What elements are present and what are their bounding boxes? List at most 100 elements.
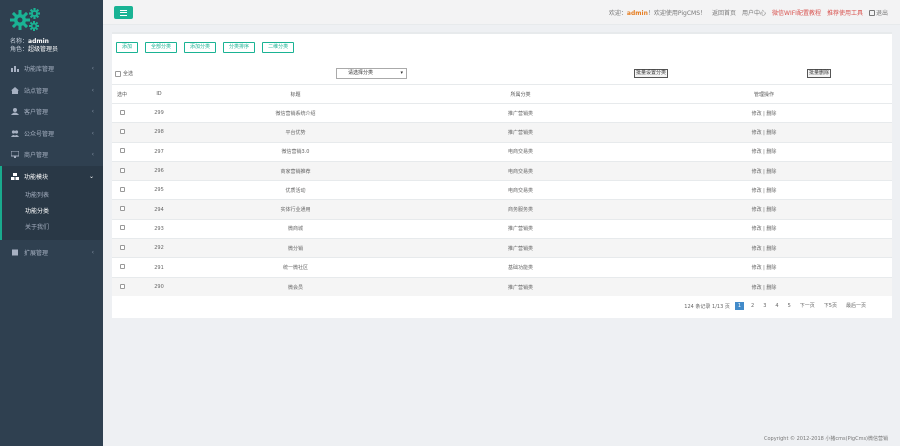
row-actions[interactable]: 修改 | 删除 (636, 238, 892, 258)
menu-toggle-button[interactable] (114, 6, 133, 19)
row-actions[interactable]: 修改 | 删除 (636, 199, 892, 220)
back-home-link[interactable]: 返回首页 (712, 8, 736, 17)
row-actions[interactable]: 修改 | 删除 (636, 218, 892, 239)
row-actions[interactable]: 修改 | 删除 (636, 160, 892, 181)
sidebar-subitem-function-list[interactable]: 功能列表 (2, 188, 103, 204)
row-select-cell (112, 218, 132, 239)
all-categories-button[interactable]: 全部分类 (145, 42, 178, 53)
sidebar-subitem-function-categories[interactable]: 功能分类 (2, 204, 103, 220)
sidebar-subitem-about-us[interactable]: 关于我们 (2, 220, 103, 236)
select-all[interactable]: 全选 (115, 70, 133, 77)
role-value: 超级管理员 (28, 46, 59, 53)
sidebar-subnav: 功能列表 功能分类 关于我们 (0, 187, 103, 240)
row-select-cell (112, 160, 132, 181)
batch-set-category-button[interactable]: 批量设置分类 (634, 69, 669, 78)
row-title: 平台优势 (186, 122, 405, 143)
next-page[interactable]: 下一页 (798, 302, 817, 310)
toolbar: 添加 全部分类 添加分类 分类排序 二维分类 (116, 42, 295, 53)
page-3[interactable]: 3 (761, 302, 768, 310)
row-title: 微分销 (186, 238, 405, 258)
chevron-down-icon: ⌄ (88, 172, 94, 180)
row-id: 294 (132, 199, 186, 220)
row-category: 商务服务类 (405, 199, 636, 220)
table-row: 299 微信营销系统介绍 推广营销类 修改 | 删除 (112, 102, 892, 123)
row-actions[interactable]: 修改 | 删除 (636, 122, 892, 143)
sidebar-item-sites[interactable]: 站点管理 ‹ (0, 80, 103, 102)
row-select-cell (112, 141, 132, 162)
page-2[interactable]: 2 (749, 302, 756, 310)
chevron-left-icon: ‹ (91, 65, 94, 72)
row-checkbox[interactable] (119, 206, 125, 212)
row-checkbox[interactable] (119, 225, 125, 231)
wifi-tutorial-link[interactable]: 微信WIFI配置教程 (772, 8, 821, 17)
welcome-suffix: ！欢迎使用PigCMS！ (647, 10, 706, 17)
add-category-button[interactable]: 添加分类 (184, 42, 217, 53)
row-checkbox[interactable] (119, 148, 125, 154)
row-id: 290 (132, 276, 186, 297)
row-id: 292 (132, 238, 186, 258)
logout-link[interactable]: 退出 (868, 8, 888, 17)
sort-categories-button[interactable]: 分类排序 (223, 42, 256, 53)
row-checkbox[interactable] (119, 244, 125, 250)
row-checkbox[interactable] (119, 283, 125, 289)
welcome-prefix: 欢迎 (608, 10, 621, 17)
table-row: 290 微会员 推广营销类 修改 | 删除 (112, 276, 892, 297)
row-actions[interactable]: 修改 | 删除 (636, 257, 892, 278)
user-center-link[interactable]: 用户中心 (742, 8, 766, 17)
sidebar-item-customers[interactable]: 客户管理 ‹ (0, 101, 103, 123)
row-category: 电商交易类 (405, 141, 636, 162)
sidebar-item-official-accounts[interactable]: 公众号管理 ‹ (0, 123, 103, 145)
table-row: 298 平台优势 推广营销类 修改 | 删除 (112, 122, 892, 143)
sidebar-item-label: 公众号管理 (24, 130, 55, 138)
row-checkbox[interactable] (119, 128, 125, 134)
table-header-row: 选中 ID 标题 所属分类 管理操作 (112, 84, 892, 104)
row-checkbox[interactable] (119, 167, 125, 173)
row-id: 298 (132, 122, 186, 143)
row-select-cell (112, 276, 132, 297)
page-5[interactable]: 5 (786, 302, 793, 310)
sidebar-item-label: 商户管理 (24, 152, 49, 160)
category-select[interactable]: 请选择分类 ▾ (336, 68, 407, 79)
chevron-left-icon: ‹ (91, 108, 94, 115)
caret-down-icon: ▾ (400, 70, 403, 76)
row-select-cell (112, 122, 132, 143)
row-checkbox[interactable] (119, 264, 125, 270)
table-row: 291 统一微社区 基础功能类 修改 | 删除 (112, 257, 892, 278)
sidebar-item-function-library[interactable]: 功能库管理 ‹ (0, 58, 103, 80)
row-actions[interactable]: 修改 | 删除 (636, 180, 892, 200)
row-actions[interactable]: 修改 | 删除 (636, 141, 892, 162)
row-id: 291 (132, 257, 186, 278)
page-1[interactable]: 1 (734, 302, 745, 310)
header-category: 所属分类 (405, 84, 636, 104)
select-all-checkbox[interactable] (115, 70, 121, 77)
users-icon (11, 130, 19, 137)
content-panel: 添加 全部分类 添加分类 分类排序 二维分类 全选 请选择分类 ▾ 批量设置分类… (112, 32, 892, 318)
sidebar-item-function-modules[interactable]: 功能模块 ⌄ (0, 165, 103, 187)
category-select-value: 请选择分类 (348, 70, 374, 76)
row-category: 推广营销类 (405, 218, 636, 239)
last-page[interactable]: 最后一页 (844, 302, 868, 310)
footer-copyright: Copyright © 2012-2018 小猪cms(PigCms)微信营销 (763, 436, 888, 442)
add-button[interactable]: 添加 (116, 42, 139, 53)
row-id: 299 (132, 102, 186, 123)
row-actions[interactable]: 修改 | 删除 (636, 276, 892, 297)
tools-link[interactable]: 推荐使用工具 (827, 8, 863, 17)
sidebar-item-extensions[interactable]: 扩展管理 ‹ (0, 242, 103, 264)
batch-delete-button[interactable]: 批量删除 (807, 69, 832, 78)
header-title: 标题 (186, 84, 405, 104)
sidebar-item-merchants[interactable]: 商户管理 ‹ (0, 144, 103, 166)
sidebar-item-label: 站点管理 (24, 87, 49, 95)
row-category: 推广营销类 (405, 238, 636, 258)
cubes-icon (11, 172, 19, 180)
row-title: 微信营销3.0 (186, 141, 405, 162)
sub-category-button[interactable]: 二维分类 (262, 42, 295, 53)
row-checkbox[interactable] (119, 186, 125, 192)
row-title: 微信营销系统介绍 (186, 102, 405, 123)
home-icon (11, 86, 19, 94)
row-actions[interactable]: 修改 | 删除 (636, 102, 892, 123)
page-4[interactable]: 4 (773, 302, 780, 310)
table-row: 295 优质活动 电商交易类 修改 | 删除 (112, 180, 892, 200)
row-checkbox[interactable] (119, 109, 125, 115)
next-5-pages[interactable]: 下5页 (822, 302, 839, 310)
select-all-label: 全选 (123, 71, 134, 77)
